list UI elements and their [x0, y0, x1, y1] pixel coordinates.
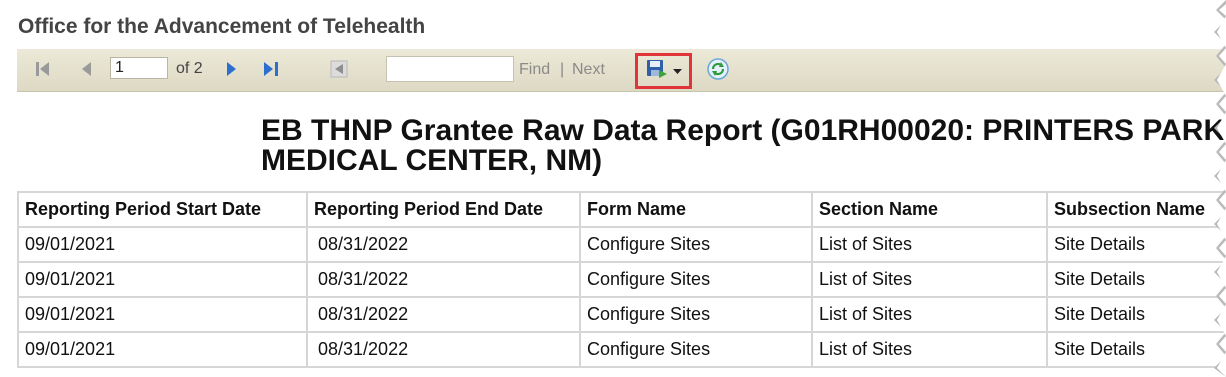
table-cell: Configure Sites: [579, 331, 813, 368]
table-cell: Site Details: [1046, 261, 1226, 298]
first-page-icon[interactable]: [31, 57, 55, 81]
page-count-text: of 2: [176, 60, 203, 77]
app-title: Office for the Advancement of Telehealth: [18, 15, 426, 38]
table-cell: 08/31/2022: [306, 331, 581, 368]
table-cell: Configure Sites: [579, 296, 813, 333]
table-cell: 08/31/2022: [306, 261, 581, 298]
table-row: 09/01/2021 08/31/2022 Configure Sites Li…: [17, 296, 1226, 333]
column-header: Reporting Period Start Date: [17, 191, 308, 228]
table-row: 09/01/2021 08/31/2022 Configure Sites Li…: [17, 261, 1226, 298]
table-row: 09/01/2021 08/31/2022 Configure Sites Li…: [17, 226, 1226, 263]
save-export-icon: [645, 58, 669, 85]
table-row: 09/01/2021 08/31/2022 Configure Sites Li…: [17, 331, 1226, 368]
next-page-icon[interactable]: [219, 57, 243, 81]
find-separator: |: [560, 61, 565, 78]
back-to-parent-icon[interactable]: [327, 57, 351, 81]
table-cell: List of Sites: [811, 226, 1048, 263]
table-cell: List of Sites: [811, 331, 1048, 368]
table-cell: 08/31/2022: [306, 296, 581, 333]
last-page-icon[interactable]: [259, 57, 283, 81]
table-cell: Configure Sites: [579, 226, 813, 263]
report-toolbar: of 2 Find | Next: [17, 49, 1226, 92]
table-cell: Site Details: [1046, 331, 1226, 368]
table-header-row: Reporting Period Start Date Reporting Pe…: [17, 191, 1226, 228]
export-button[interactable]: [635, 53, 692, 89]
column-header: Subsection Name: [1046, 191, 1226, 228]
table-cell: 09/01/2021: [17, 226, 308, 263]
report-data-table: Reporting Period Start Date Reporting Pe…: [17, 191, 1226, 368]
torn-edge-decoration: [1214, 0, 1226, 377]
column-header: Reporting Period End Date: [306, 191, 581, 228]
column-header: Form Name: [579, 191, 813, 228]
report-title-line2: MEDICAL CENTER, NM): [261, 144, 603, 176]
find-text-input[interactable]: [386, 56, 514, 82]
table-cell: 08/31/2022: [306, 226, 581, 263]
page-number-input[interactable]: [110, 57, 168, 79]
refresh-icon[interactable]: [705, 56, 731, 82]
column-header: Section Name: [811, 191, 1048, 228]
table-cell: 09/01/2021: [17, 261, 308, 298]
previous-page-icon[interactable]: [75, 57, 99, 81]
table-cell: List of Sites: [811, 261, 1048, 298]
table-cell: 09/01/2021: [17, 296, 308, 333]
table-cell: 09/01/2021: [17, 331, 308, 368]
find-link[interactable]: Find: [519, 61, 550, 79]
report-title-line1: EB THNP Grantee Raw Data Report (G01RH00…: [261, 116, 1226, 147]
table-cell: List of Sites: [811, 296, 1048, 333]
dropdown-caret-icon: [673, 62, 682, 80]
table-cell: Site Details: [1046, 226, 1226, 263]
report-title: EB THNP Grantee Raw Data Report (G01RH00…: [261, 116, 1226, 176]
table-cell: Site Details: [1046, 296, 1226, 333]
table-cell: Configure Sites: [579, 261, 813, 298]
find-next-link[interactable]: Next: [572, 61, 605, 79]
